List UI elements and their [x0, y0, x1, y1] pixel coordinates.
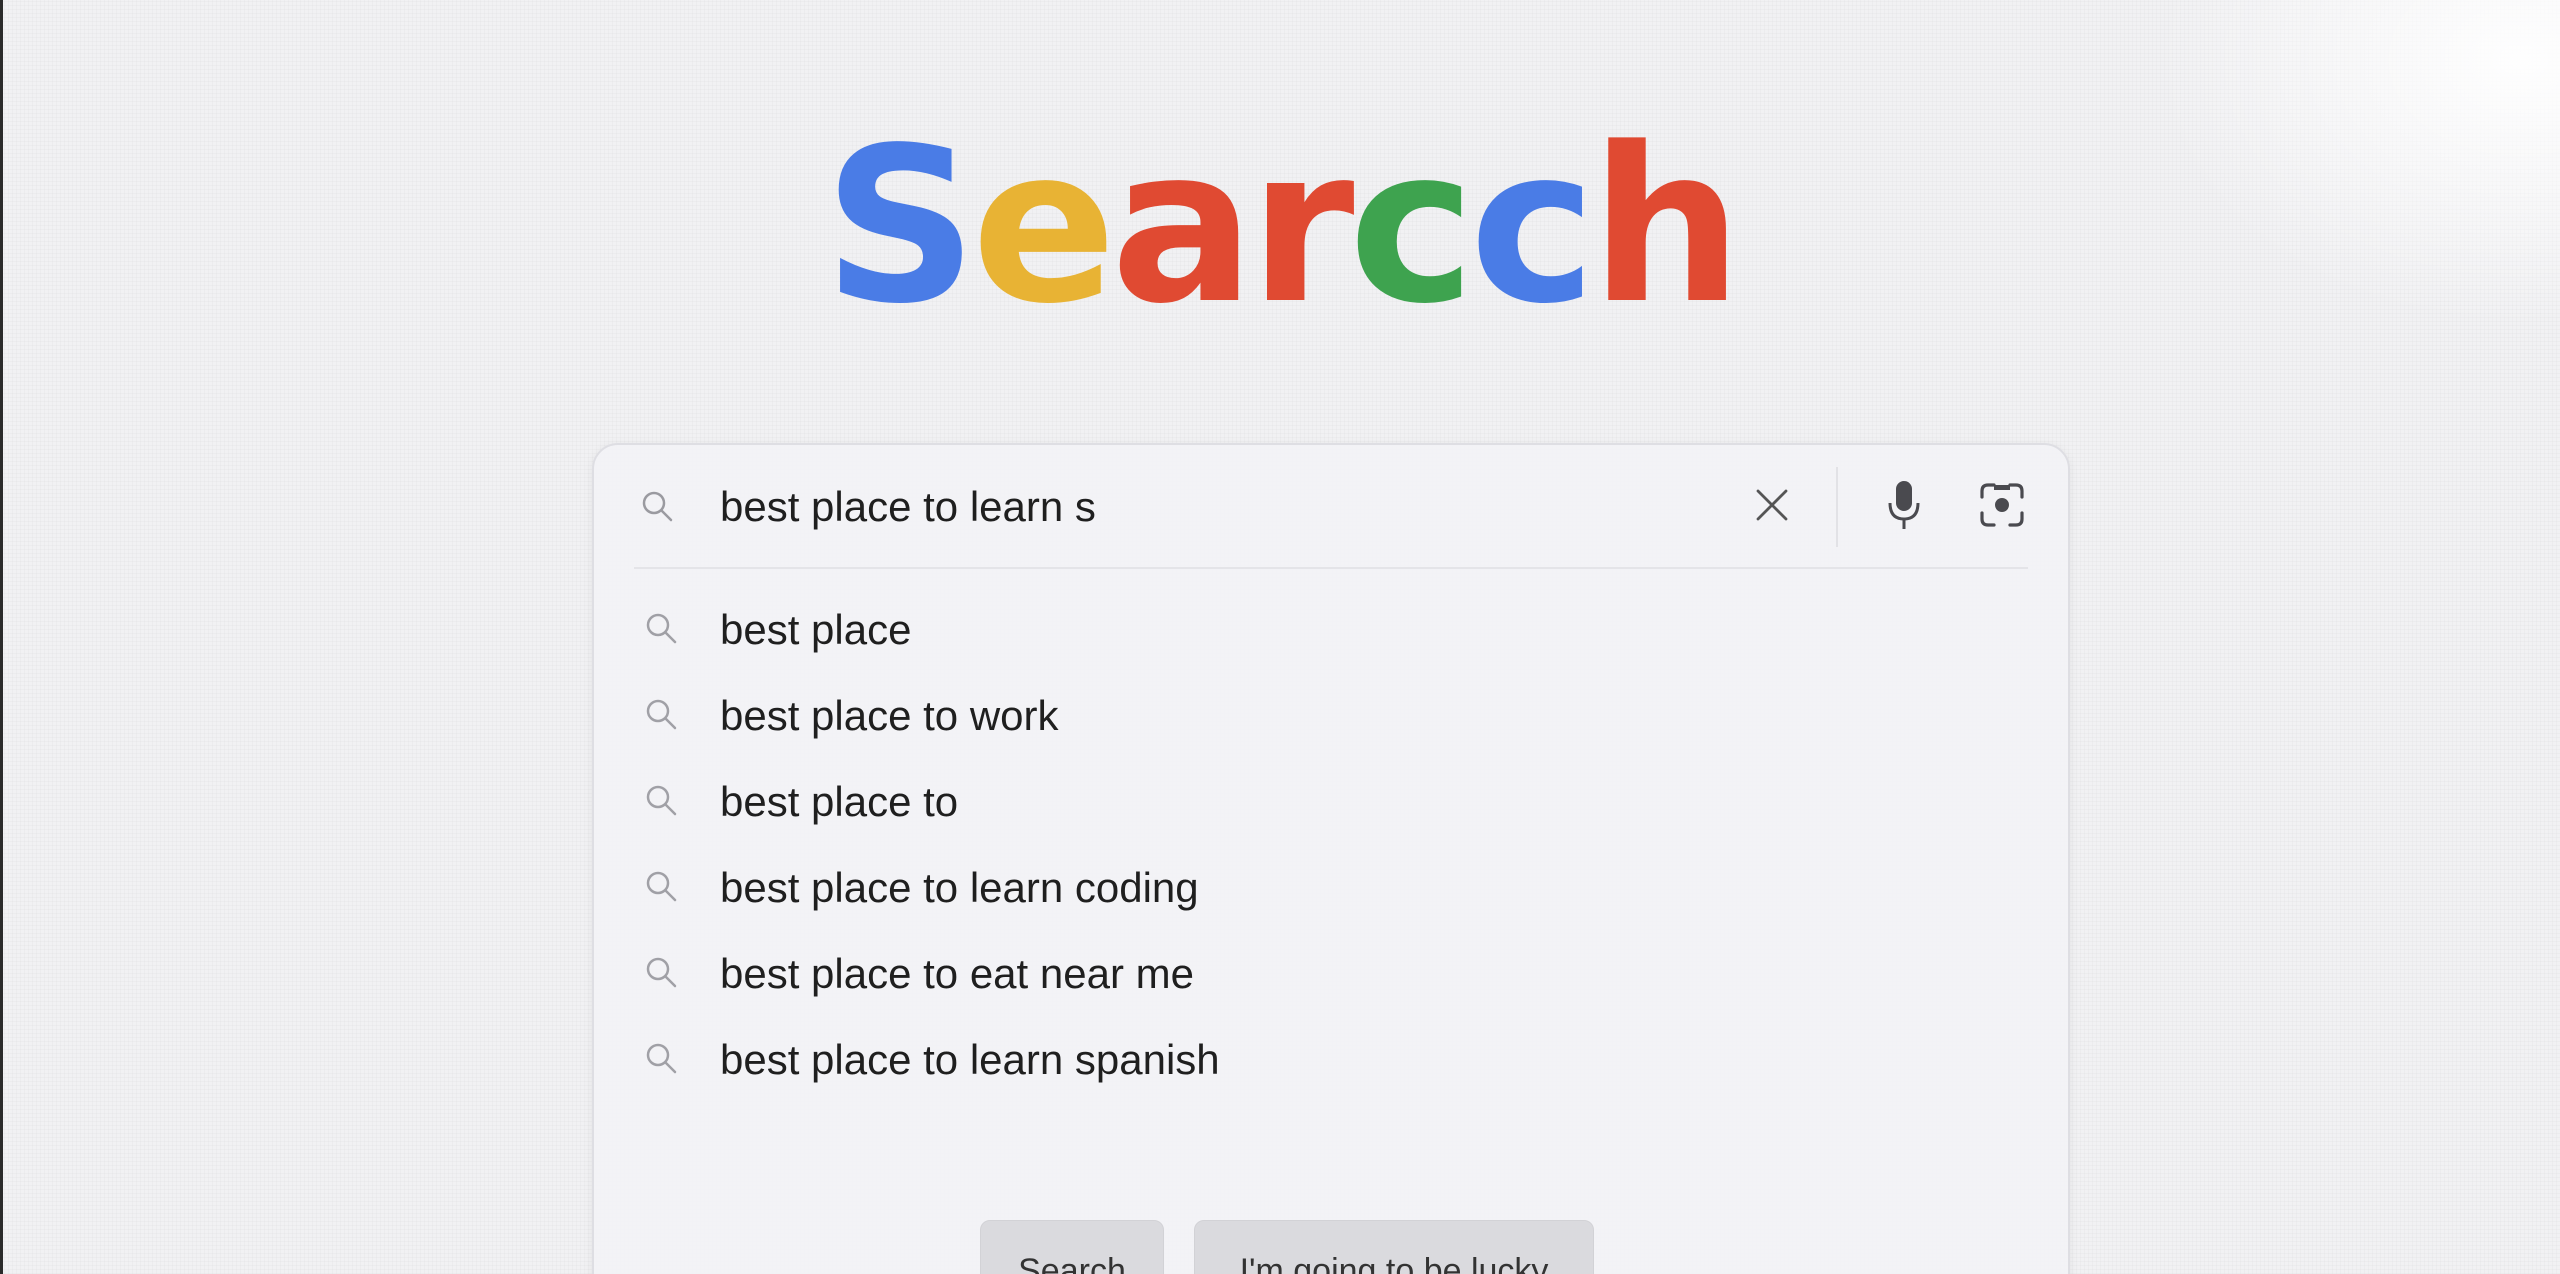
lucky-button[interactable]: I'm going to be lucky [1194, 1220, 1594, 1274]
logo-letter: e [971, 102, 1116, 351]
search-input[interactable] [720, 475, 1720, 539]
suggestion-text: best place to work [720, 692, 1059, 739]
logo-letter: h [1590, 102, 1742, 351]
image-search-button[interactable] [1970, 475, 2034, 539]
divider [1836, 467, 1838, 547]
clear-button[interactable] [1742, 477, 1802, 537]
close-icon [1752, 485, 1792, 530]
suggestion-item[interactable]: best place to learn coding [594, 845, 2068, 931]
voice-search-button[interactable] [1874, 475, 1934, 539]
suggestion-item[interactable]: best place to learn spanish [594, 1017, 2068, 1103]
search-icon [642, 867, 682, 907]
logo-letter: r [1249, 102, 1355, 351]
suggestion-item[interactable]: best place [594, 587, 2068, 673]
microphone-icon [1884, 479, 1924, 536]
search-bar [594, 445, 2068, 569]
suggestion-text: best place to eat near me [720, 950, 1194, 997]
logo-letter: c [1469, 102, 1596, 351]
search-icon [642, 609, 682, 649]
suggestion-text: best place to learn coding [720, 864, 1199, 911]
search-button[interactable]: Search [980, 1220, 1164, 1274]
suggestion-item[interactable]: best place to eat near me [594, 931, 2068, 1017]
suggestion-text: best place [720, 606, 912, 653]
search-box: best place best place to work best place… [592, 443, 2070, 1274]
action-buttons: Search I'm going to be lucky [0, 1220, 2560, 1274]
logo-letter: c [1348, 102, 1476, 351]
divider [634, 567, 2028, 569]
suggestion-text: best place to [720, 778, 959, 825]
search-icon [642, 1039, 682, 1079]
suggestion-item[interactable]: best place to [594, 759, 2068, 845]
camera-lens-icon [1978, 481, 2026, 534]
search-icon [638, 487, 678, 527]
search-icon [642, 695, 682, 735]
search-icon [642, 953, 682, 993]
suggestion-text: best place to learn spanish [720, 1036, 1220, 1083]
logo-letter: a [1110, 102, 1255, 351]
search-logo: Searcch [0, 120, 2560, 334]
logo-letter: S [823, 102, 977, 351]
suggestion-item[interactable]: best place to work [594, 673, 2068, 759]
search-icon [642, 781, 682, 821]
suggestion-list: best place best place to work best place… [594, 587, 2068, 1103]
